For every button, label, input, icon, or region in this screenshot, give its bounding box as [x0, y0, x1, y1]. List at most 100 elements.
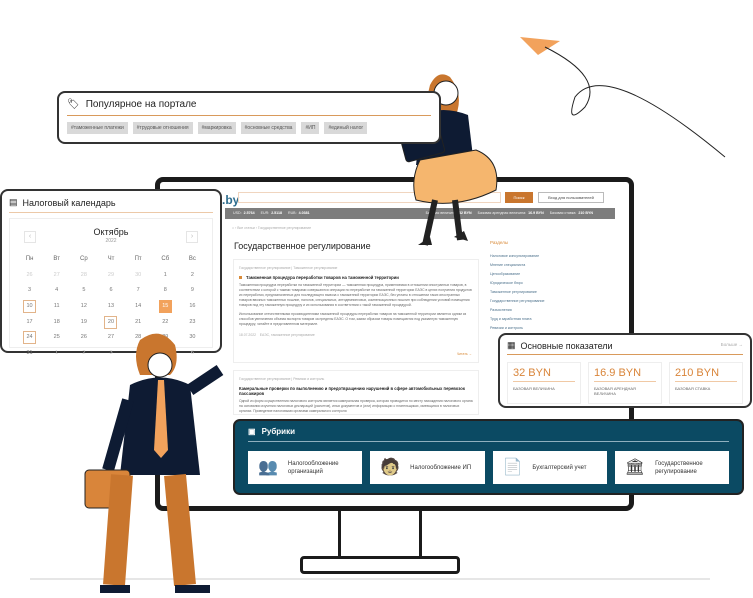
sidebar-item[interactable]: Ценообразование	[490, 272, 615, 281]
breadcrumb[interactable]: ⌂ › Все статьи › Государственное регулир…	[232, 226, 311, 230]
weekday-label: Вт	[53, 256, 60, 262]
sidebar-item[interactable]: Труд и заработная плата	[490, 317, 615, 326]
day-number: 24	[23, 331, 37, 345]
calendar-day[interactable]: 3	[16, 283, 43, 299]
weekday-label: Ср	[80, 256, 88, 262]
calendar-day[interactable]: 16	[179, 299, 206, 315]
sidebar-item[interactable]: Разъяснения	[490, 308, 615, 317]
calendar-day[interactable]: 29	[97, 268, 124, 284]
calendar-day[interactable]: 18	[43, 315, 70, 331]
tag-chip[interactable]: #маркировка	[197, 122, 236, 134]
sidebar-item[interactable]: Мнение специалиста	[490, 263, 615, 272]
article-card[interactable]: Государственное регулирование | Ревизии …	[233, 370, 479, 415]
site-logo[interactable]: .by	[222, 193, 239, 207]
calendar-day[interactable]: 24	[16, 330, 43, 346]
calendar-day[interactable]: 2	[179, 268, 206, 284]
calendar-day[interactable]: 13	[97, 299, 124, 315]
indicator-value: 32 BYN	[513, 367, 575, 382]
calendar-icon: ▤	[9, 197, 18, 207]
sidebar-item[interactable]: Налоговое консультирование	[490, 254, 615, 263]
sidebar-item[interactable]: Юридическое бюро	[490, 281, 615, 290]
calendar-title: Налоговый календарь	[22, 197, 116, 208]
calendar-day[interactable]: 6	[97, 283, 124, 299]
sidebar-item[interactable]: Государственное регулирование	[490, 299, 615, 308]
article-title[interactable]: Камеральные проверки по выполнению и пре…	[239, 386, 473, 396]
day-number: 21	[135, 318, 142, 325]
tag-chip[interactable]: #трудовые отношения	[132, 122, 193, 134]
calendar-day[interactable]: 12	[70, 299, 97, 315]
tax-calendar-panel: ▤ Налоговый календарь ‹ › Октябрь 2022 Пн…	[0, 189, 222, 356]
calendar-day[interactable]: 28	[70, 268, 97, 284]
day-number: 26	[26, 271, 33, 278]
day-number: 8	[163, 287, 167, 294]
calendar-day[interactable]: 22	[152, 315, 179, 331]
day-number: 1	[163, 271, 167, 278]
calendar-day[interactable]: 9	[179, 283, 206, 299]
sidebar-item[interactable]: Таможенное регулирование	[490, 290, 615, 299]
weekday-label: Вс	[188, 256, 196, 262]
calendar-day[interactable]: 27	[43, 268, 70, 284]
calendar-day[interactable]: 17	[16, 315, 43, 331]
calendar-day[interactable]: 1	[152, 268, 179, 284]
article-category[interactable]: Государственное регулирование | Таможенн…	[239, 266, 473, 271]
indicator-card: 32 BYN Базовая величина	[507, 362, 581, 404]
tag-chip[interactable]: #ИП	[301, 122, 320, 134]
tag-chip[interactable]: #основные средства	[240, 122, 297, 134]
calendar-day[interactable]: 8	[152, 283, 179, 299]
article-tags[interactable]: ЕАЭС, таможенное регулирование	[260, 333, 315, 337]
ticker-item: USD: 2.5764	[233, 211, 255, 215]
calendar-day[interactable]: 5	[70, 283, 97, 299]
day-number: 31	[26, 350, 33, 357]
day-number: 20	[104, 315, 118, 329]
read-link[interactable]: Читать →	[457, 352, 472, 357]
weekday-label: Пн	[25, 256, 34, 262]
ticker-label: USD:	[233, 211, 242, 215]
woman-illustration	[387, 74, 498, 246]
day-number: 25	[53, 334, 60, 341]
rubric-card[interactable]: 👥 Налогообложение организаций	[248, 451, 363, 484]
calendar-day[interactable]: 20	[97, 315, 124, 331]
article-category[interactable]: Государственное регулирование | Ревизии …	[239, 377, 473, 382]
indicator-card: 210 BYN Базовая ставка	[669, 362, 743, 404]
rubric-label: Налогообложение ИП	[410, 464, 472, 471]
article-title[interactable]: Таможенная процедура переработки товаров…	[239, 275, 473, 280]
calendar-day[interactable]: 31	[16, 346, 43, 362]
day-number: 27	[53, 271, 60, 278]
tag-chip[interactable]: #единый налог	[324, 122, 368, 134]
tag-chip[interactable]: #таможенные платежи	[67, 122, 128, 134]
calendar-day[interactable]: 11	[43, 299, 70, 315]
login-button[interactable]: Вход для пользователей	[538, 192, 604, 203]
calendar-day[interactable]: 14	[125, 299, 152, 315]
rubric-card[interactable]: 🧑 Налогообложение ИП	[370, 451, 485, 484]
rubric-card[interactable]: 📄 Бухгалтерский учет	[492, 451, 607, 484]
day-number: 16	[189, 303, 196, 310]
day-number: 30	[135, 271, 142, 278]
government-building-icon: 🏛	[624, 458, 646, 476]
calendar-day[interactable]: 1	[43, 346, 70, 362]
page-title: Государственное регулирование	[234, 241, 371, 251]
calendar-day[interactable]: 25	[43, 330, 70, 346]
calendar-day[interactable]: 10	[16, 299, 43, 315]
rubric-label: Налогообложение организаций	[287, 460, 339, 475]
calendar-day[interactable]: 4	[43, 283, 70, 299]
article-card[interactable]: Государственное регулирование | Таможенн…	[233, 259, 479, 363]
article-text: Таможенная процедура переработки на тамо…	[239, 283, 472, 307]
more-link[interactable]: Больше →	[721, 342, 743, 347]
day-number: 4	[55, 287, 59, 294]
indicator-value: 210 BYN	[675, 367, 737, 382]
weekday-label: Сб	[161, 256, 170, 262]
day-number: 22	[162, 318, 169, 325]
calendar-day[interactable]: 7	[125, 283, 152, 299]
calendar-day[interactable]: 15	[152, 299, 179, 315]
calendar-day[interactable]: 26	[16, 268, 43, 284]
monitor-stand	[338, 511, 422, 559]
calendar-day[interactable]: 30	[125, 268, 152, 284]
ticker-label: EUR:	[260, 211, 270, 215]
day-number: 6	[109, 287, 113, 294]
calendar-day[interactable]: 23	[179, 315, 206, 331]
calendar-day[interactable]: 19	[70, 315, 97, 331]
calendar-day[interactable]: 21	[125, 315, 152, 331]
rubrics-title: Рубрики	[261, 427, 296, 436]
rubric-card[interactable]: 🏛 Государственное регулирование	[614, 451, 729, 484]
ticker-item: RUB: 4.0381	[288, 211, 310, 215]
